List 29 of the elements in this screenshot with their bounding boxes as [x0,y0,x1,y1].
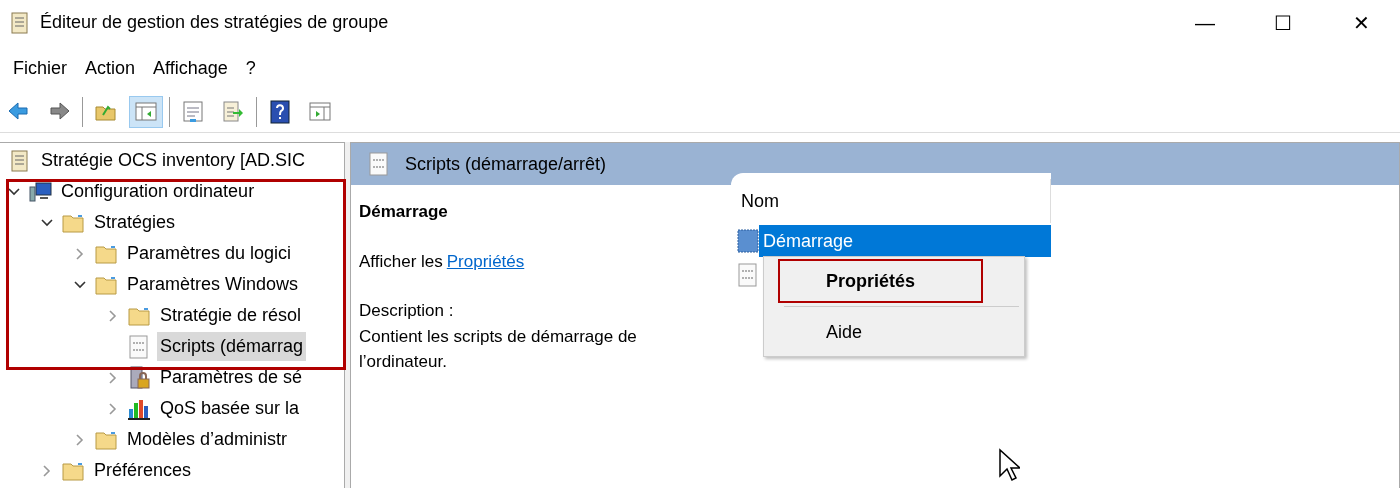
maximize-button[interactable]: ☐ [1244,0,1322,45]
description-text: Contient les scripts de démarrage de l’ordinateur. [359,325,638,373]
tree-item[interactable]: Paramètres de sé [157,363,306,392]
tree-item[interactable]: Configuration ordinateur [58,177,258,206]
section-heading: Démarrage [359,201,449,223]
window-title: Éditeur de gestion des stratégies de groupe [40,11,389,34]
description-label: Description : [359,300,455,322]
tree-item[interactable]: Scripts (démarrag [157,332,307,361]
tree-item[interactable]: Stratégie OCS inventory [AD.SIC [38,146,309,175]
list-item[interactable]: Démarrage [759,225,1051,257]
menu-item[interactable]: Affichage [144,54,237,82]
close-button[interactable]: ✕ [1322,0,1400,45]
minimize-button[interactable]: — [1166,0,1244,45]
link-label: Afficher les [359,251,443,271]
tree-item[interactable]: Stratégie de résol [157,301,305,330]
menu-item[interactable]: Propriétés [778,259,983,303]
properties-link[interactable]: Propriétés [446,251,525,271]
tree-item[interactable]: Stratégies [91,208,179,237]
menu-item[interactable]: Action [76,54,145,82]
column-header[interactable]: Nom [731,179,1051,223]
menu-item[interactable]: Aide [778,310,983,354]
tree-item[interactable]: Préférences [91,456,195,485]
tree-item[interactable]: Modèles d’administr [124,425,291,454]
tree-item[interactable]: Paramètres Windows [124,270,302,299]
tree-item[interactable]: Paramètres du logici [124,239,295,268]
menu-item[interactable]: Fichier [4,54,76,82]
menu-item[interactable]: ? [236,54,265,82]
tree-item[interactable]: QoS basée sur la [157,394,303,423]
pane-title: Scripts (démarrage/arrêt) [405,152,607,176]
